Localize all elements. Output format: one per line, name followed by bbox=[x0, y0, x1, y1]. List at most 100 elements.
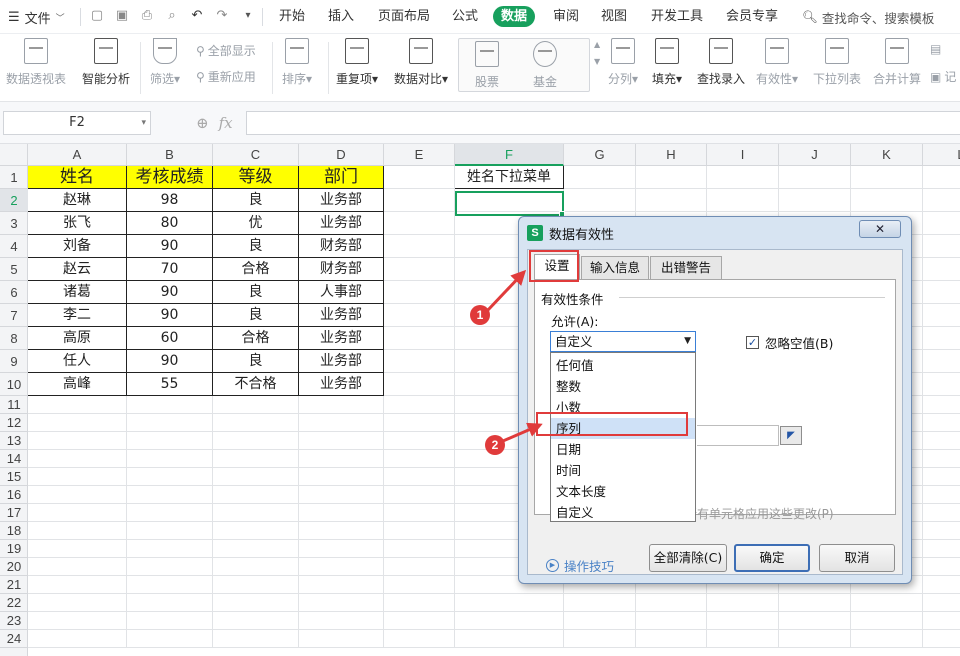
split-column-button[interactable]: 分列▾ bbox=[608, 38, 638, 87]
tab-insert[interactable]: 插入 bbox=[320, 6, 362, 27]
cell[interactable] bbox=[707, 166, 779, 189]
data-cell[interactable]: 90 bbox=[127, 304, 213, 327]
ignore-blank-checkbox[interactable]: ✓ 忽略空值(B) bbox=[746, 333, 833, 352]
cell[interactable] bbox=[851, 189, 923, 212]
row-header-14[interactable]: 14 bbox=[0, 450, 28, 468]
cell[interactable] bbox=[923, 450, 960, 468]
cell[interactable] bbox=[28, 450, 127, 468]
cell[interactable] bbox=[923, 304, 960, 327]
cell[interactable] bbox=[299, 522, 384, 540]
tab-data[interactable]: 数据 bbox=[493, 6, 536, 27]
column-header-a[interactable]: A bbox=[28, 144, 127, 166]
row-header-7[interactable]: 7 bbox=[0, 304, 28, 327]
print-icon[interactable]: ⎙ bbox=[139, 8, 155, 24]
cell[interactable] bbox=[384, 396, 455, 414]
row-header-6[interactable]: 6 bbox=[0, 281, 28, 304]
cell[interactable] bbox=[923, 576, 960, 594]
cell[interactable] bbox=[779, 594, 851, 612]
cell[interactable] bbox=[384, 540, 455, 558]
allow-option[interactable]: 小数 bbox=[551, 397, 695, 418]
cell[interactable] bbox=[923, 327, 960, 350]
close-button[interactable]: ✕ bbox=[859, 220, 901, 238]
cell[interactable] bbox=[923, 522, 960, 540]
record-button[interactable]: ▣ 记 bbox=[930, 68, 956, 85]
row-header-24[interactable]: 24 bbox=[0, 630, 28, 648]
cell[interactable] bbox=[28, 396, 127, 414]
cell[interactable] bbox=[707, 630, 779, 648]
data-cell[interactable]: 55 bbox=[127, 373, 213, 396]
tab-input-message[interactable]: 输入信息 bbox=[581, 256, 649, 279]
cell[interactable] bbox=[384, 166, 455, 189]
dropdown-title-cell[interactable]: 姓名下拉菜单 bbox=[455, 166, 564, 189]
data-cell[interactable]: 张飞 bbox=[28, 212, 127, 235]
cell[interactable] bbox=[299, 576, 384, 594]
row-header-5[interactable]: 5 bbox=[0, 258, 28, 281]
cell[interactable] bbox=[384, 327, 455, 350]
cell[interactable] bbox=[636, 594, 707, 612]
header-cell[interactable]: 等级 bbox=[213, 166, 299, 189]
cell[interactable] bbox=[28, 504, 127, 522]
cell[interactable] bbox=[384, 612, 455, 630]
cell[interactable] bbox=[28, 576, 127, 594]
allow-select[interactable]: 自定义 ▼ bbox=[550, 331, 696, 352]
row-header-8[interactable]: 8 bbox=[0, 327, 28, 350]
duplicates-button[interactable]: 重复项▾ bbox=[336, 38, 378, 87]
cell[interactable] bbox=[707, 189, 779, 212]
cell[interactable] bbox=[636, 166, 707, 189]
cell[interactable] bbox=[384, 258, 455, 281]
allow-option[interactable]: 时间 bbox=[551, 460, 695, 481]
data-cell[interactable]: 不合格 bbox=[213, 373, 299, 396]
cell[interactable] bbox=[213, 468, 299, 486]
cell[interactable] bbox=[127, 450, 213, 468]
row-header-2[interactable]: 2 bbox=[0, 189, 28, 212]
data-cell[interactable]: 业务部 bbox=[299, 327, 384, 350]
sort-button[interactable]: 排序▾ bbox=[282, 38, 312, 87]
data-cell[interactable]: 98 bbox=[127, 189, 213, 212]
cell[interactable] bbox=[384, 558, 455, 576]
fill-button[interactable]: 填充▾ bbox=[652, 38, 682, 87]
cell[interactable] bbox=[384, 414, 455, 432]
data-cell[interactable]: 业务部 bbox=[299, 212, 384, 235]
data-cell[interactable]: 财务部 bbox=[299, 258, 384, 281]
cell[interactable] bbox=[923, 281, 960, 304]
row-header-19[interactable]: 19 bbox=[0, 540, 28, 558]
cell[interactable] bbox=[127, 522, 213, 540]
name-box[interactable]: F2 ▾ bbox=[3, 111, 151, 135]
ok-button[interactable]: 确定 bbox=[734, 544, 810, 572]
tab-home[interactable]: 开始 bbox=[271, 6, 313, 27]
data-cell[interactable]: 业务部 bbox=[299, 373, 384, 396]
cell[interactable] bbox=[127, 612, 213, 630]
cell[interactable] bbox=[384, 486, 455, 504]
cell[interactable] bbox=[384, 630, 455, 648]
tab-error-alert[interactable]: 出错警告 bbox=[650, 256, 722, 279]
row-header-21[interactable]: 21 bbox=[0, 576, 28, 594]
column-header-c[interactable]: C bbox=[213, 144, 299, 166]
save-icon[interactable]: ▢ bbox=[89, 8, 105, 24]
cell[interactable] bbox=[127, 630, 213, 648]
cell[interactable] bbox=[28, 594, 127, 612]
cell[interactable] bbox=[923, 166, 960, 189]
column-header-f[interactable]: F bbox=[455, 144, 564, 166]
cell[interactable] bbox=[923, 558, 960, 576]
header-cell[interactable]: 考核成绩 bbox=[127, 166, 213, 189]
print-preview-icon[interactable]: ⌕ bbox=[164, 8, 180, 24]
allow-option[interactable]: 任何值 bbox=[551, 355, 695, 376]
cell[interactable] bbox=[213, 504, 299, 522]
cell[interactable] bbox=[707, 594, 779, 612]
cell[interactable] bbox=[923, 373, 960, 396]
cell[interactable] bbox=[455, 612, 564, 630]
cell[interactable] bbox=[127, 414, 213, 432]
cancel-button[interactable]: 取消 bbox=[819, 544, 895, 572]
cell[interactable] bbox=[636, 630, 707, 648]
cell[interactable] bbox=[127, 432, 213, 450]
cell[interactable] bbox=[384, 235, 455, 258]
data-cell[interactable]: 高原 bbox=[28, 327, 127, 350]
funds-button[interactable]: 基金 bbox=[533, 41, 557, 90]
data-cell[interactable]: 90 bbox=[127, 350, 213, 373]
cell[interactable] bbox=[384, 576, 455, 594]
cell[interactable] bbox=[213, 576, 299, 594]
cell[interactable] bbox=[851, 166, 923, 189]
cell[interactable] bbox=[213, 540, 299, 558]
cell[interactable] bbox=[779, 166, 851, 189]
cell[interactable] bbox=[455, 630, 564, 648]
